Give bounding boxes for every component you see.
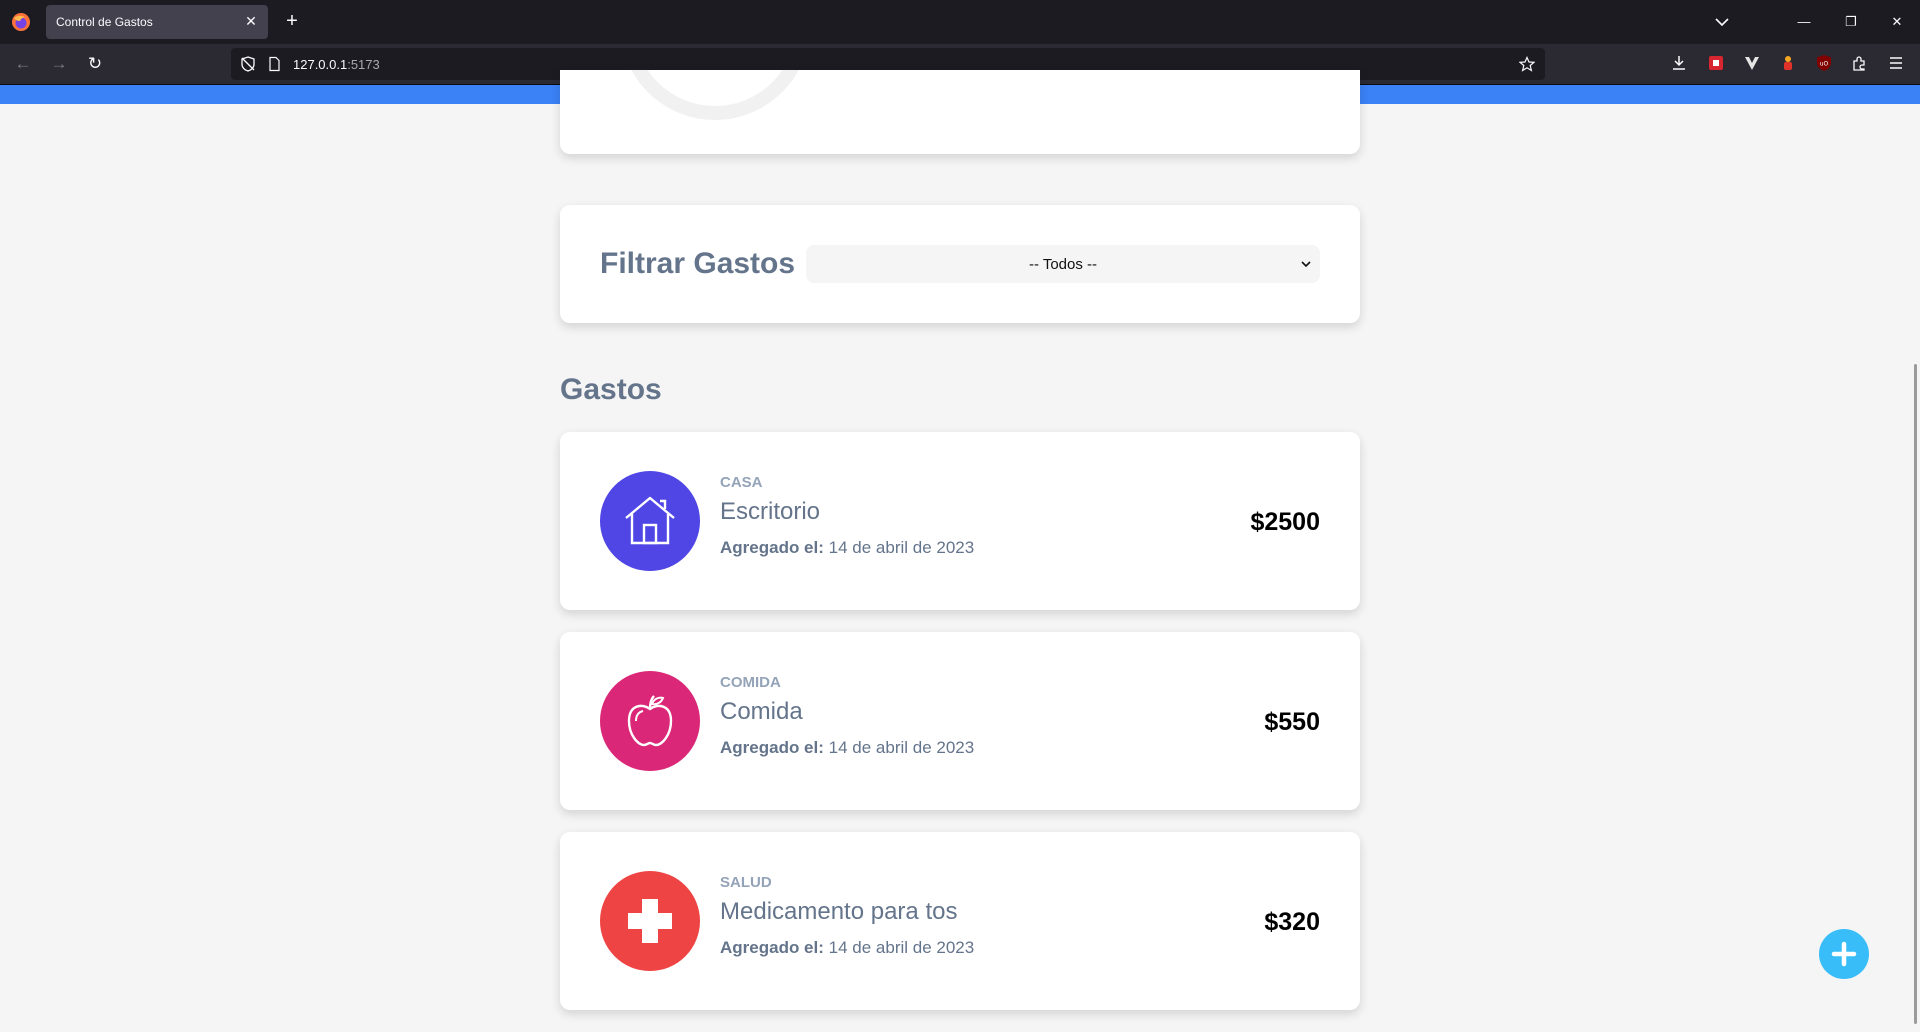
budget-card bbox=[560, 70, 1360, 154]
extension-red-icon[interactable] bbox=[1707, 54, 1725, 72]
url-host: 127.0.0.1 bbox=[293, 57, 348, 72]
add-expense-button[interactable] bbox=[1819, 929, 1869, 979]
expense-date-value: 14 de abril de 2023 bbox=[828, 938, 975, 957]
expense-name: Escritorio bbox=[720, 498, 821, 525]
downloads-icon[interactable] bbox=[1670, 54, 1688, 72]
filter-selected-value: -- Todos -- bbox=[1028, 256, 1098, 273]
medical-cross-icon bbox=[600, 871, 700, 971]
expense-date: Agregado el: 14 de abril de 2023 bbox=[720, 938, 974, 958]
expense-item-escritorio[interactable]: Casa Escritorio Agregado el: 14 de abril… bbox=[560, 432, 1360, 610]
new-tab-button[interactable]: + bbox=[280, 10, 304, 34]
chevron-down-icon bbox=[1301, 261, 1311, 268]
app-menu-hamburger-icon[interactable] bbox=[1887, 54, 1905, 72]
expense-amount: $550 bbox=[1264, 708, 1320, 736]
window-close-button[interactable]: ✕ bbox=[1882, 10, 1912, 34]
ublock-origin-icon[interactable]: uO bbox=[1815, 54, 1833, 72]
forward-arrow-icon[interactable]: → bbox=[47, 52, 71, 76]
reload-icon[interactable]: ↻ bbox=[83, 52, 107, 76]
browser-tab-bar: Control de Gastos ✕ + — ❐ ✕ bbox=[0, 0, 1920, 44]
window-restore-button[interactable]: ❐ bbox=[1836, 10, 1866, 34]
filter-card: Filtrar Gastos -- Todos -- bbox=[560, 205, 1360, 323]
extension-figure-icon[interactable] bbox=[1779, 54, 1797, 72]
budget-progress-ring bbox=[620, 70, 810, 120]
expense-name: Medicamento para tos bbox=[720, 898, 958, 925]
page-scrollbar[interactable] bbox=[1914, 364, 1917, 1024]
expense-item-medicamento[interactable]: Salud Medicamento para tos Agregado el: … bbox=[560, 832, 1360, 1010]
window-minimize-button[interactable]: — bbox=[1789, 10, 1819, 34]
tab-control-de-gastos[interactable]: Control de Gastos ✕ bbox=[46, 5, 268, 39]
extension-v-icon[interactable] bbox=[1743, 54, 1761, 72]
house-icon bbox=[600, 471, 700, 571]
expense-category: Casa bbox=[720, 474, 763, 491]
filter-label: Filtrar Gastos bbox=[600, 247, 796, 280]
filter-category-select[interactable]: -- Todos -- bbox=[806, 245, 1320, 283]
tracking-protection-shield-icon[interactable] bbox=[240, 56, 256, 72]
tab-title: Control de Gastos bbox=[56, 15, 153, 29]
expense-date: Agregado el: 14 de abril de 2023 bbox=[720, 738, 974, 758]
back-arrow-icon[interactable]: ← bbox=[11, 52, 35, 76]
list-all-tabs-chevron-icon[interactable] bbox=[1712, 12, 1732, 32]
expense-category: Salud bbox=[720, 874, 772, 891]
svg-text:uO: uO bbox=[1820, 61, 1829, 68]
expense-date-label: Agregado el: bbox=[720, 738, 824, 757]
plus-icon bbox=[1831, 941, 1857, 967]
expense-category: Comida bbox=[720, 674, 781, 691]
expense-date-label: Agregado el: bbox=[720, 938, 824, 957]
tab-close-icon[interactable]: ✕ bbox=[242, 12, 260, 30]
bookmark-star-icon[interactable] bbox=[1519, 56, 1535, 72]
url-port: :5173 bbox=[347, 57, 380, 72]
expense-amount: $320 bbox=[1264, 908, 1320, 936]
expense-amount: $2500 bbox=[1250, 508, 1320, 536]
expense-name: Comida bbox=[720, 698, 803, 725]
expense-date-value: 14 de abril de 2023 bbox=[828, 738, 975, 757]
expenses-section-title: Gastos bbox=[560, 373, 662, 406]
apple-icon bbox=[600, 671, 700, 771]
extensions-puzzle-icon[interactable] bbox=[1851, 54, 1869, 72]
expense-item-comida[interactable]: Comida Comida Agregado el: 14 de abril d… bbox=[560, 632, 1360, 810]
page-info-icon[interactable] bbox=[266, 56, 282, 72]
expense-date-value: 14 de abril de 2023 bbox=[828, 538, 975, 557]
expense-date: Agregado el: 14 de abril de 2023 bbox=[720, 538, 974, 558]
url-text: 127.0.0.1:5173 bbox=[293, 57, 380, 72]
expense-date-label: Agregado el: bbox=[720, 538, 824, 557]
firefox-logo-icon bbox=[12, 13, 30, 31]
